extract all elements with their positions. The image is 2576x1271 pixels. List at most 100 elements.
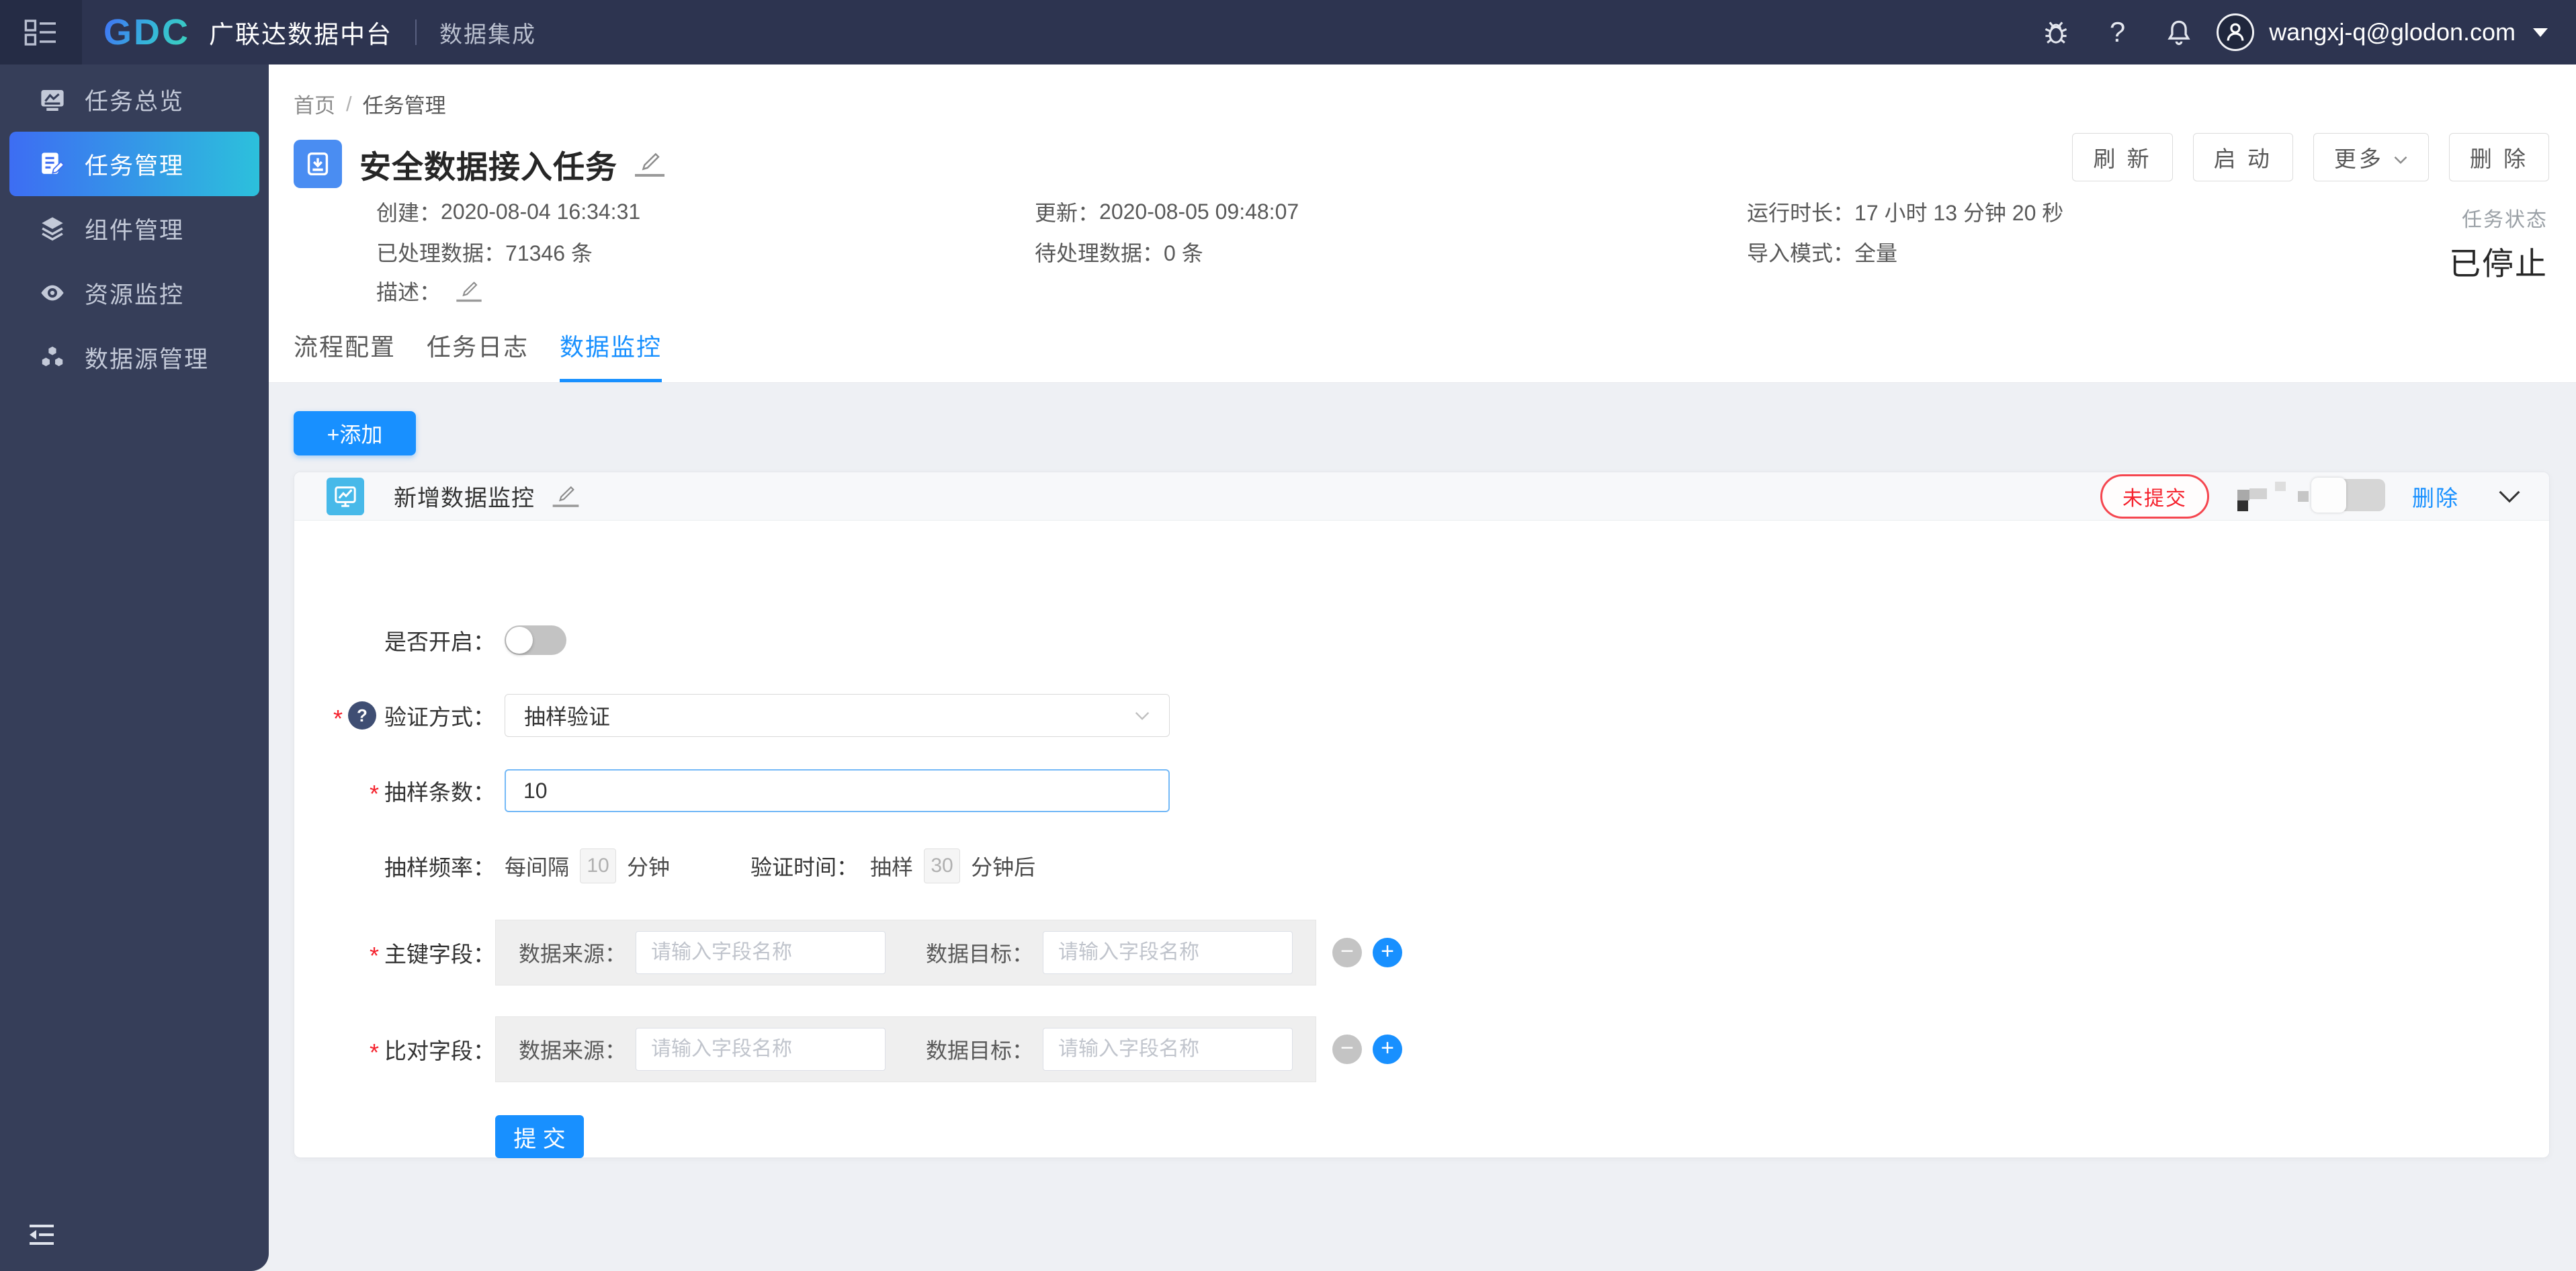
card-toggle-redacted[interactable] [2311,477,2385,513]
remove-compare-field-button[interactable]: − [1332,1035,1362,1064]
info-runtime: 运行时长： 17 小时 13 分钟 20 秒 [1747,201,2064,225]
task-tabs: 流程配置 任务日志 数据监控 [294,328,693,382]
source-label: 数据来源： [519,942,627,966]
sidebar-item-task-management[interactable]: 任务管理 [9,132,259,196]
brand-logo: GDC [103,12,190,52]
more-button[interactable]: 更多 [2313,133,2429,181]
target-label: 数据目标： [925,942,1033,966]
info-created: 创建： 2020-08-04 16:34:31 [376,199,641,226]
info-processed: 已处理数据： 71346 条 [376,241,593,265]
user-email[interactable]: wangxj-q@glodon.com [2269,18,2516,46]
submit-button[interactable]: 提 交 [495,1115,584,1158]
target-label: 数据目标： [925,1039,1033,1063]
sample-count-input[interactable] [505,769,1170,812]
sidebar-item-datasource-management[interactable]: 数据源管理 [0,325,269,390]
verify-time-label: 验证时间： [750,855,859,879]
layers-icon [38,214,67,243]
tab-task-log[interactable]: 任务日志 [427,328,529,382]
primary-field-panel: 数据来源： 数据目标： [495,920,1316,985]
user-avatar[interactable] [2217,13,2255,51]
edit-monitor-name-icon[interactable] [552,485,579,507]
chevron-down-icon [2393,144,2408,170]
collapse-card-chevron-icon[interactable] [2498,490,2521,503]
add-compare-field-button[interactable]: + [1373,1035,1402,1064]
dashboard-chart-icon [38,85,67,114]
enabled-label: 是否开启： [384,629,495,654]
sidebar-item-label: 数据源管理 [85,346,210,373]
bug-icon[interactable] [2041,17,2071,47]
verify-time-minutes-input [924,848,961,883]
breadcrumb-separator: / [346,91,352,116]
task-actions: 刷 新 启 动 更多 删 除 [2052,133,2549,181]
help-question-icon[interactable]: ? [348,701,376,730]
edit-description-icon[interactable] [456,280,482,302]
sidebar-item-component-management[interactable]: 组件管理 [0,196,269,261]
delete-monitor-link[interactable]: 删除 [2412,480,2459,513]
add-primary-field-button[interactable]: + [1373,938,1402,967]
redacted-pixelated-region [2233,475,2385,518]
task-title-row: 安全数据接入任务 [294,140,664,188]
task-header-panel: 首页 / 任务管理 安全数据接入任务 创建： 2020-08-04 16:34:… [269,64,2576,383]
source-label: 数据来源： [519,1039,627,1063]
info-pending: 待处理数据： 0 条 [1035,241,1203,265]
monitor-card: 新增数据监控 未提交 删除 是否开启： * ? 验证方式： 抽样验证 * 抽样条… [294,472,2550,1158]
task-status: 任务状态 已停止 [2449,203,2548,284]
person-icon [2227,23,2244,41]
sidebar-item-label: 任务管理 [85,152,185,179]
verify-method-select[interactable]: 抽样验证 [505,694,1170,737]
notification-bell-icon[interactable] [2164,17,2194,47]
layout-menu-icon [24,19,56,46]
monitor-chart-icon [327,477,364,515]
freq-minutes-input [580,848,617,883]
primary-source-input[interactable] [636,931,886,974]
required-mark: * [333,705,343,732]
info-import-mode: 导入模式： 全量 [1747,241,1898,265]
verify-method-label: * ? 验证方式： [294,699,495,732]
status-value: 已停止 [2449,246,2548,281]
delete-button[interactable]: 删 除 [2448,133,2549,181]
breadcrumb-home[interactable]: 首页 [294,89,335,119]
freq-unit: 分钟 [627,855,671,879]
compare-source-input[interactable] [636,1028,886,1071]
sidebar-nav: 任务总览 任务管理 组件管理 资源监控 数据源管理 [0,64,269,1271]
edit-title-icon[interactable] [635,152,664,177]
info-description: 描述： [376,275,484,306]
app-header: GDC 广联达数据中台 数据集成 ? wangxj-q@glodon.com [0,0,2576,64]
compare-target-input[interactable] [1043,1028,1293,1071]
task-edit-icon [38,149,67,179]
eye-icon [38,278,67,308]
module-name[interactable]: 数据集成 [439,16,536,49]
add-monitor-button[interactable]: +添加 [294,411,416,455]
start-button[interactable]: 启 动 [2192,133,2293,181]
verify-time-prefix: 抽样 [870,855,914,879]
help-icon[interactable]: ? [2110,16,2125,48]
compare-field-panel: 数据来源： 数据目标： [495,1016,1316,1082]
refresh-button[interactable]: 刷 新 [2072,133,2173,181]
sidebar-item-label: 资源监控 [85,281,185,308]
breadcrumb-current: 任务管理 [362,94,446,118]
verify-time-unit: 分钟后 [971,855,1036,879]
sidebar-toggle-block[interactable] [0,0,82,64]
primary-field-label: * 主键字段： [369,942,495,969]
primary-target-input[interactable] [1043,931,1293,974]
sidebar-item-resource-monitor[interactable]: 资源监控 [0,261,269,325]
remove-primary-field-button[interactable]: − [1332,938,1362,967]
tab-process-config[interactable]: 流程配置 [294,328,396,382]
sample-count-label: * 抽样条数： [369,780,495,807]
user-menu-caret-icon[interactable] [2533,28,2548,37]
status-label: 任务状态 [2462,209,2548,231]
monitor-card-title: 新增数据监控 [394,486,535,511]
enable-toggle[interactable] [505,625,566,655]
info-updated: 更新： 2020-08-05 09:48:07 [1035,199,1299,226]
sidebar-item-label: 任务总览 [85,88,185,115]
product-name: 广联达数据中台 [209,21,392,48]
monitor-card-header: 新增数据监控 未提交 删除 [294,472,2549,521]
monitor-form: 是否开启： * ? 验证方式： 抽样验证 * 抽样条数： 10 抽样频率： 每间… [294,521,2549,1158]
task-import-icon [294,140,342,188]
header-divider [415,19,417,45]
breadcrumb: 首页 / 任务管理 [294,89,446,119]
sidebar-collapse-icon[interactable] [26,1222,58,1251]
tab-data-monitor[interactable]: 数据监控 [560,328,662,382]
header-right-cluster: ? wangxj-q@glodon.com [2002,13,2576,51]
sidebar-item-task-overview[interactable]: 任务总览 [0,67,269,132]
